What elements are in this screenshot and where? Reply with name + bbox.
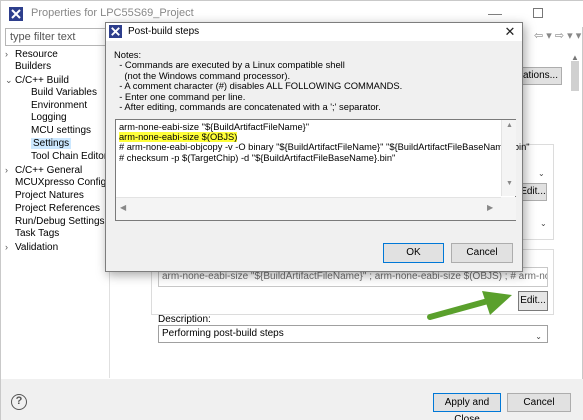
tree-item-label: C/C++ Build [15, 74, 69, 86]
properties-window: Properties for LPC55S69_Project — type f… [0, 0, 583, 420]
maximize-icon [533, 8, 543, 18]
scroll-down-icon[interactable]: ▼ [506, 180, 513, 187]
expand-arrow-icon[interactable]: ⌄ [5, 74, 15, 86]
tree-item[interactable]: Builders [5, 61, 108, 74]
expand-arrow-icon[interactable]: › [5, 164, 15, 176]
tree-item-label: Project References [15, 202, 101, 214]
tree-item-label: MCUXpresso Config To [15, 176, 108, 188]
tree-item-label: Resource [15, 49, 58, 60]
command-line: arm-none-eabi-size $(OBJS) [119, 132, 530, 143]
window-title: Properties for LPC55S69_Project [31, 7, 194, 19]
scroll-right-icon[interactable]: ▶ [487, 203, 493, 212]
expand-arrow-icon[interactable]: › [5, 241, 15, 253]
tree-item-label: Project Natures [15, 189, 84, 201]
tree-item-label: Task Tags [15, 228, 60, 240]
close-icon[interactable]: ✕ [502, 24, 518, 40]
tree-item-label: Logging [31, 112, 67, 124]
filter-input[interactable]: type filter text [5, 28, 109, 46]
command-line: # checksum -p $(TargetChip) -d "${BuildA… [119, 153, 530, 163]
tree-item[interactable]: › Validation [5, 241, 108, 254]
post-build-edit-button[interactable]: Edit... [518, 291, 548, 311]
minimize-button[interactable]: — [483, 4, 507, 24]
vertical-scrollbar[interactable]: ▲ ▼ [501, 120, 516, 196]
tree-item-label: Environment [31, 99, 88, 111]
tree-item[interactable]: › C/C++ General [5, 164, 108, 177]
tree-item-label: MCU settings [31, 125, 92, 137]
tree-item[interactable]: Logging [5, 112, 108, 125]
command-line: arm-none-eabi-size "${BuildArtifactFileN… [119, 122, 530, 132]
app-logo-icon [109, 25, 122, 38]
chevron-down-icon: ⌄ [535, 332, 542, 341]
tree-item[interactable]: MCU settings [5, 125, 108, 138]
maximize-button[interactable] [527, 4, 551, 24]
tree-item-label: Builders [15, 60, 52, 72]
pre-build-edit-button[interactable]: Edit... [519, 183, 547, 201]
dialog-title: Post-build steps [128, 26, 200, 37]
property-tree: › Resource Builders ⌄ C/C++ Build Build Varia… [5, 48, 108, 254]
scroll-left-icon[interactable]: ◀ [120, 203, 126, 212]
scrollbar-thumb[interactable] [571, 61, 579, 91]
history-nav-icons[interactable]: ⇦ ▾ ⇨ ▾ ▾ [534, 29, 581, 42]
cancel-button[interactable]: Cancel [507, 393, 571, 412]
tree-item[interactable]: Project Natures [5, 190, 108, 203]
description-combo[interactable]: Performing post-build steps ⌄ [158, 325, 548, 343]
post-build-steps-dialog: Post-build steps ✕ Notes: - Commands are… [105, 22, 530, 272]
tree-item[interactable]: Tool Chain Editor [5, 151, 108, 164]
tree-item[interactable]: ⌄ C/C++ Build [5, 74, 108, 87]
command-text: # arm-none-eabi-objcopy -v -O binary "${… [119, 142, 530, 153]
tree-item[interactable]: Environment [5, 100, 108, 113]
green-arrow-annotation [427, 291, 512, 320]
notes-line: - After editing, commands are concatenat… [114, 101, 381, 113]
tree-item-label: Validation [15, 242, 59, 254]
command-line: # arm-none-eabi-objcopy -v -O binary "${… [119, 142, 530, 152]
command-text: arm-none-eabi-size "${BuildArtifactFileN… [119, 122, 310, 132]
tree-item[interactable]: Build Variables [5, 87, 108, 100]
dialog-cancel-button[interactable]: Cancel [451, 243, 513, 263]
scroll-up-icon[interactable]: ▲ [506, 122, 513, 129]
dialog-titlebar: Post-build steps ✕ [106, 23, 522, 41]
tree-item[interactable]: Settings [5, 138, 108, 151]
command-lines: arm-none-eabi-size "${BuildArtifactFileN… [119, 122, 530, 163]
tree-item[interactable]: MCUXpresso Config To [5, 177, 108, 190]
tree-item-label: Run/Debug Settings [15, 215, 105, 227]
tree-item[interactable]: Task Tags [5, 228, 108, 241]
tree-item-label: Build Variables [31, 86, 97, 98]
app-logo-icon [9, 7, 23, 21]
commands-textarea[interactable]: arm-none-eabi-size "${BuildArtifactFileN… [115, 119, 530, 221]
tree-item[interactable]: Project References [5, 203, 108, 216]
tree-item-label: Settings [31, 138, 72, 150]
chevron-down-icon: ⌄ [538, 169, 545, 178]
description-label: Description: [158, 314, 211, 325]
ok-button[interactable]: OK [383, 243, 444, 263]
apply-and-close-button[interactable]: Apply and Close [433, 393, 501, 420]
command-text-highlighted: arm-none-eabi-size $(OBJS) [119, 132, 238, 143]
tree-item[interactable]: Run/Debug Settings [5, 216, 108, 229]
tree-item-label: Tool Chain Editor [31, 151, 108, 163]
scroll-corner [501, 197, 516, 220]
expand-arrow-icon[interactable]: › [5, 48, 15, 60]
command-text: # checksum -p $(TargetChip) -d "${BuildA… [119, 152, 396, 163]
tree-item-label: C/C++ General [15, 165, 83, 177]
description-value: Performing post-build steps [162, 328, 284, 339]
chevron-down-icon: ⌄ [540, 219, 547, 228]
help-icon[interactable]: ? [11, 394, 27, 410]
horizontal-scrollbar[interactable]: ◀ ▶ [116, 197, 501, 220]
notes-text: Notes: - Commands are executed by a Linu… [114, 49, 402, 113]
tree-item[interactable]: › Resource [5, 48, 108, 61]
